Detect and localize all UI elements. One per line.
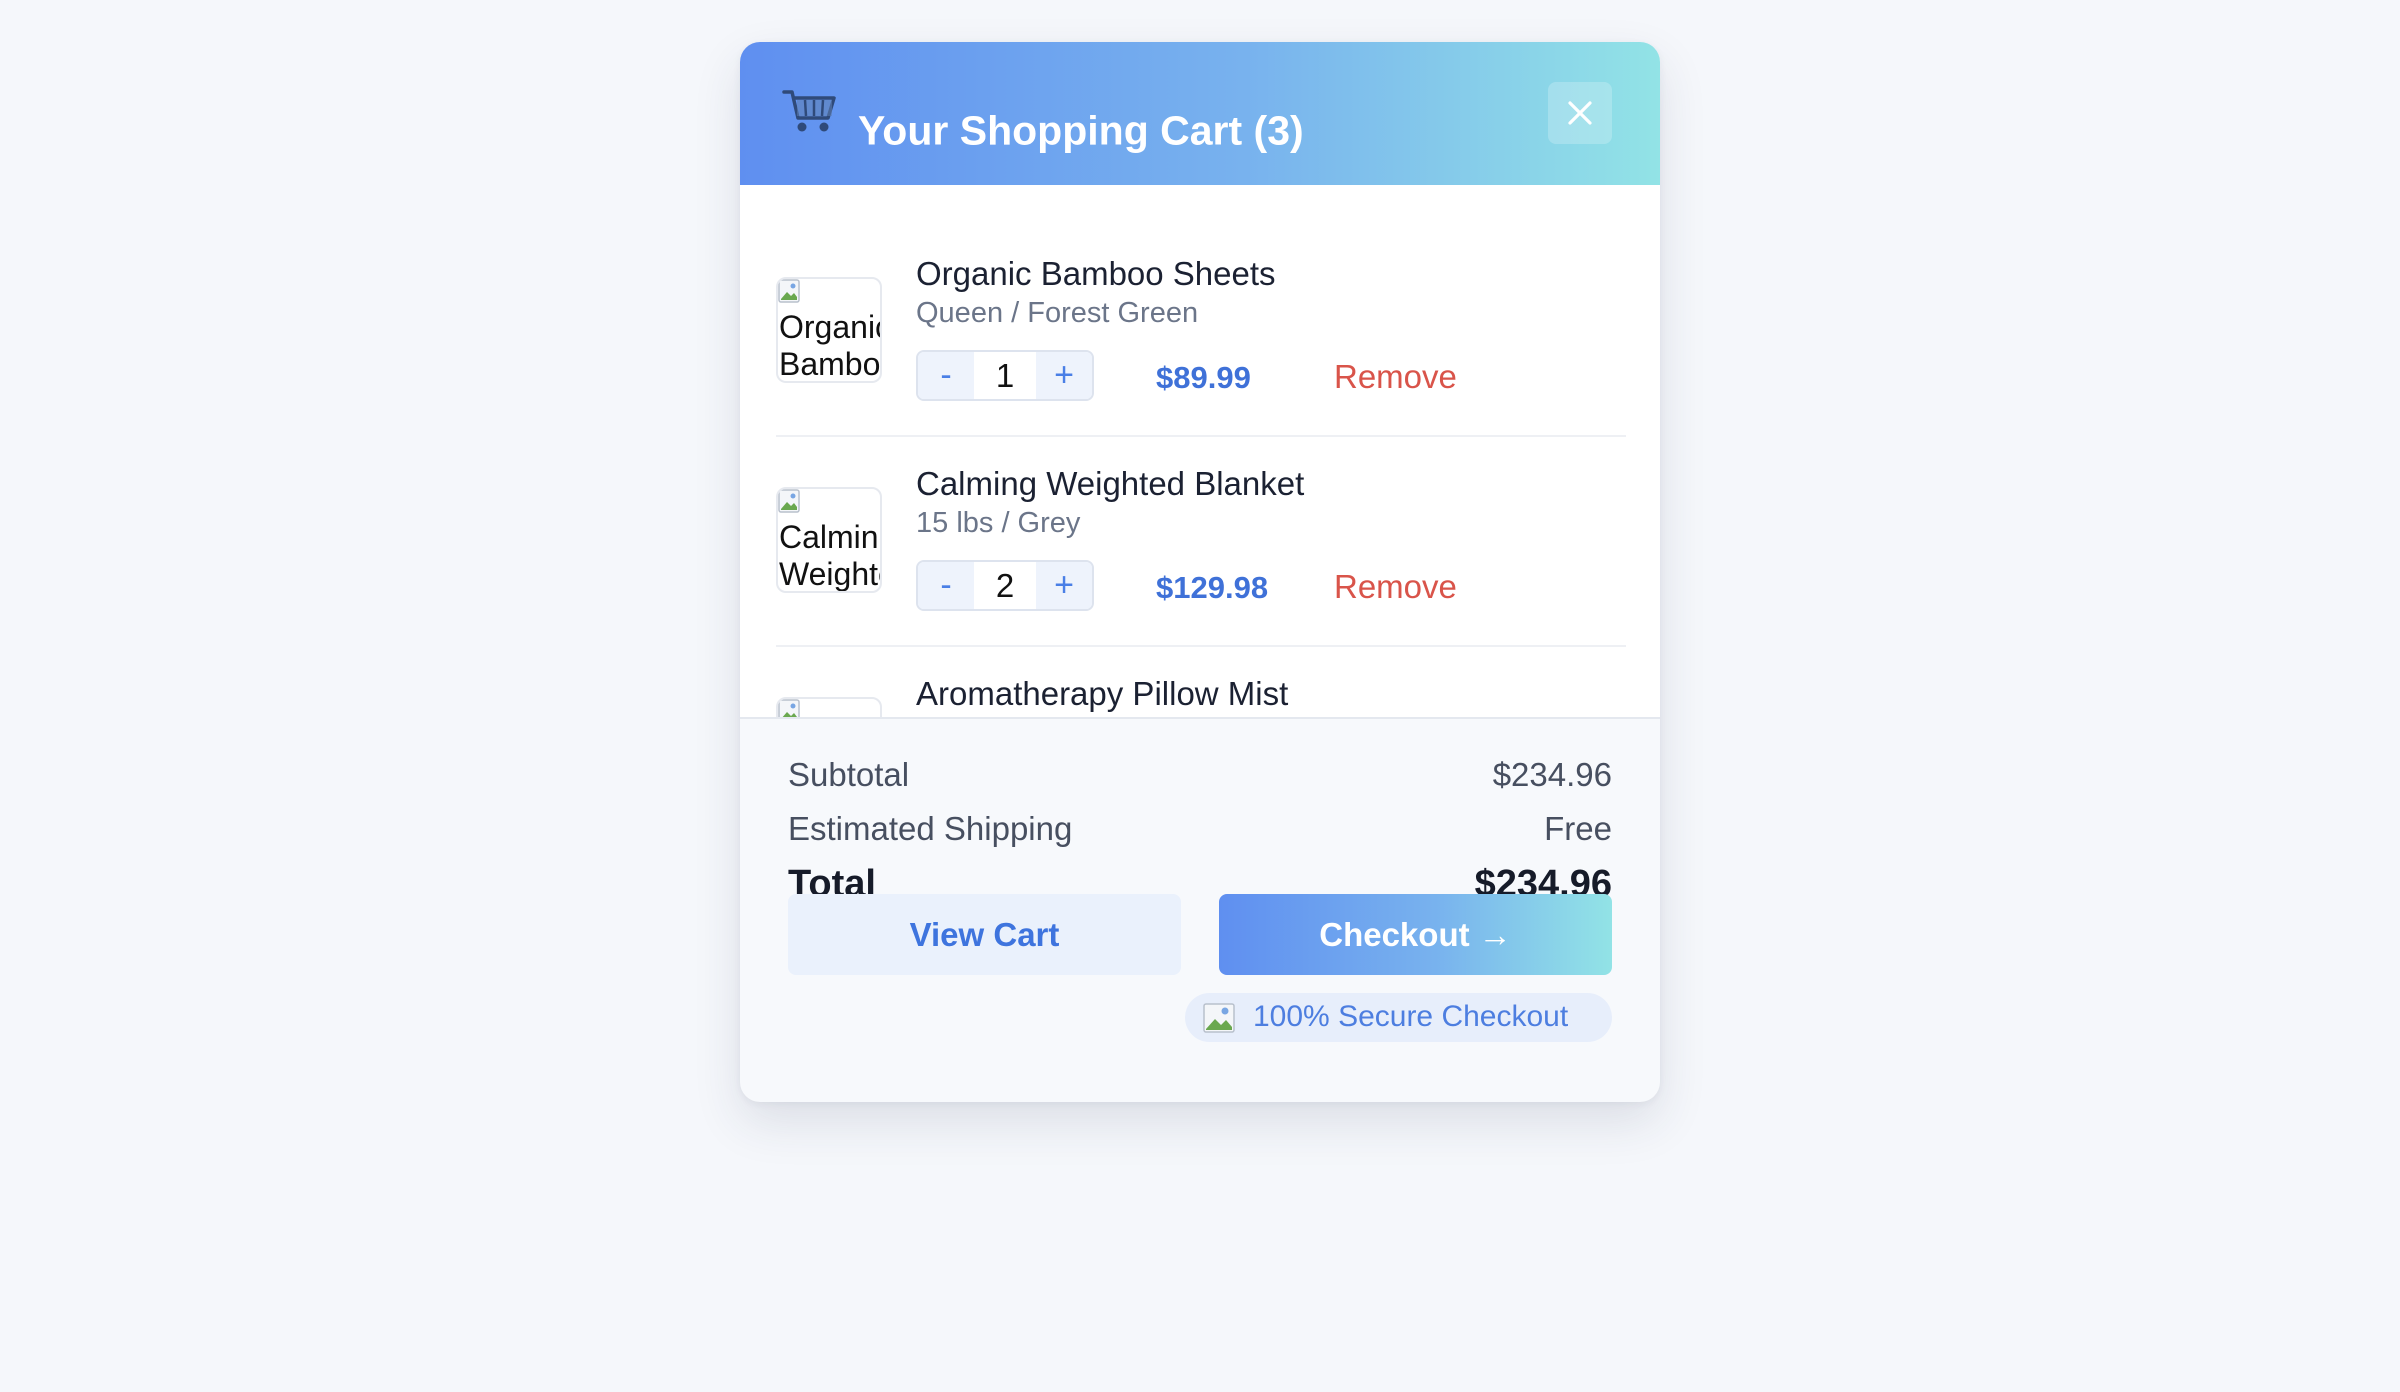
summary-divider	[740, 717, 1660, 719]
cart-item: Aromatherapy Pillow Mist	[776, 185, 1626, 717]
cart-panel: Your Shopping Cart (3) Organic Bamboo Sh…	[740, 42, 1660, 1102]
secure-image-icon	[1203, 1003, 1235, 1033]
cart-items-list[interactable]: Organic Bamboo Sheets Organic Bamboo She…	[740, 185, 1660, 717]
close-button[interactable]	[1548, 82, 1612, 144]
shipping-value: Free	[1544, 810, 1612, 847]
subtotal-value: $234.96	[1492, 756, 1612, 793]
checkout-button[interactable]: Checkout →	[1219, 894, 1612, 975]
cart-title: Your Shopping Cart (3)	[858, 107, 1304, 154]
cart-header: Your Shopping Cart (3)	[740, 42, 1660, 185]
product-image	[776, 697, 882, 717]
product-name: Aromatherapy Pillow Mist	[916, 675, 1289, 712]
shipping-label: Estimated Shipping	[788, 810, 1073, 847]
secure-checkout-badge: 100% Secure Checkout	[1185, 993, 1612, 1042]
view-cart-button[interactable]: View Cart	[788, 894, 1181, 975]
shopping-cart-icon	[782, 90, 836, 132]
close-icon	[1568, 101, 1592, 125]
broken-image-icon	[778, 699, 800, 717]
secure-checkout-label: 100% Secure Checkout	[1253, 1000, 1569, 1033]
subtotal-label: Subtotal	[788, 756, 910, 793]
